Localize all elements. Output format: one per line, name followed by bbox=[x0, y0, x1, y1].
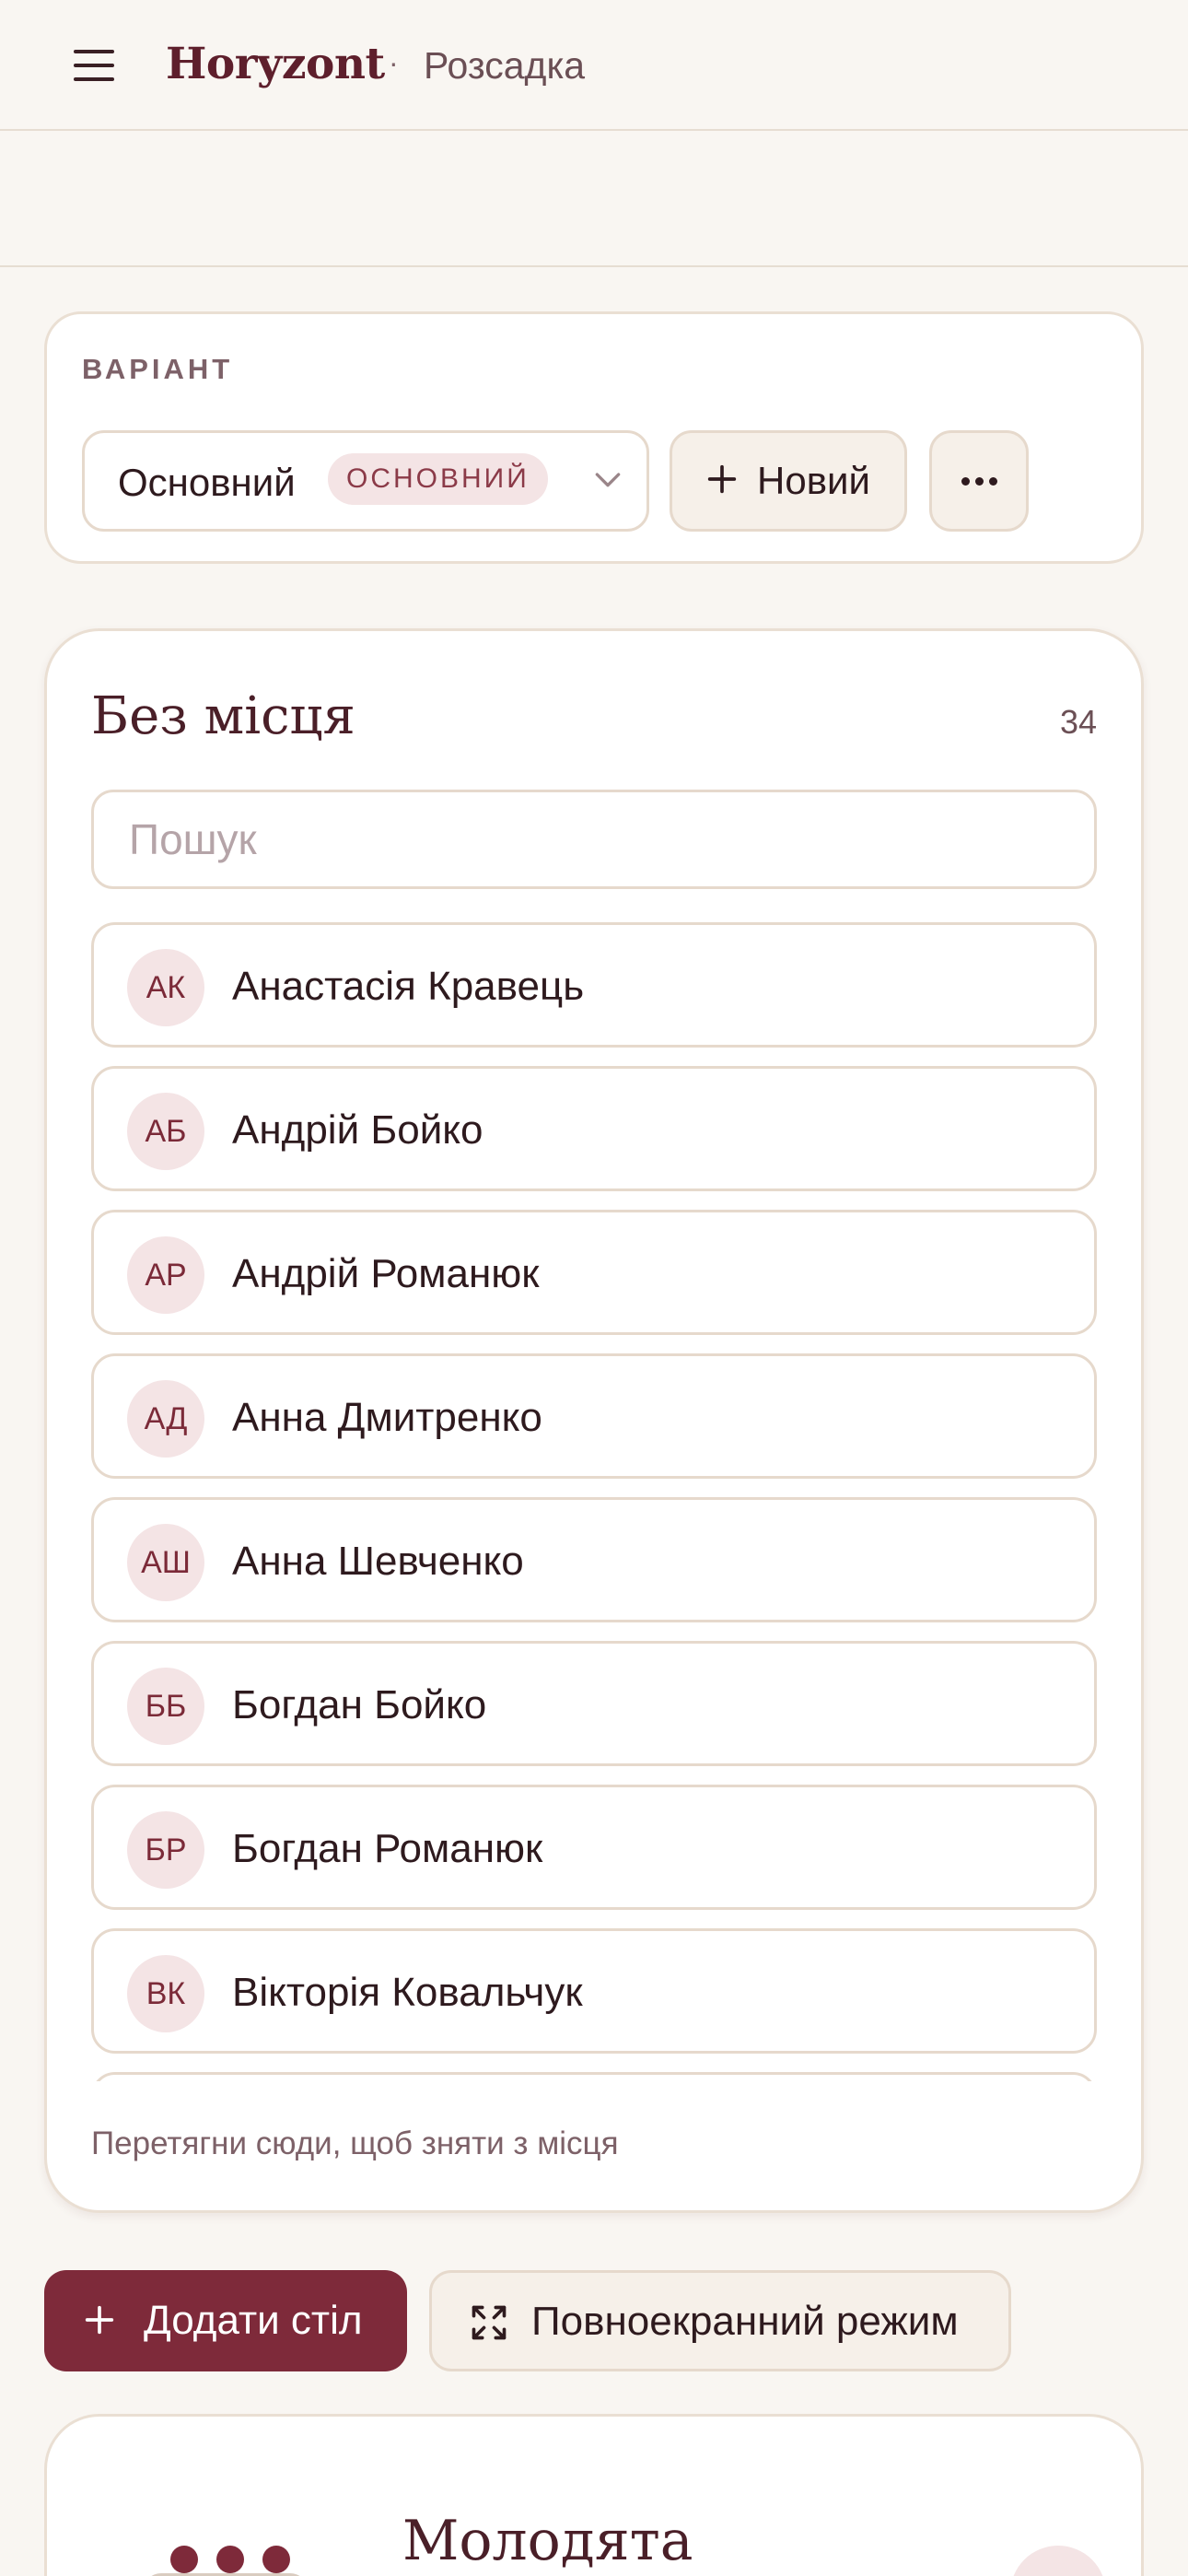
fullscreen-icon bbox=[472, 2305, 507, 2340]
avatar: ВК bbox=[127, 1955, 204, 2032]
add-table-button[interactable]: Додати стіл bbox=[44, 2270, 407, 2371]
drop-hint: Перетягни сюди, щоб зняти з місця bbox=[91, 2125, 619, 2161]
unassigned-guests-panel[interactable]: Без місця 34 АК Анастасія Кравець АБ Анд… bbox=[44, 628, 1144, 2213]
seats-dots-icon bbox=[170, 2546, 290, 2576]
new-variant-button[interactable]: Новий bbox=[670, 430, 907, 532]
top-bar: Horyzont · Розсадка bbox=[0, 0, 1188, 131]
guest-name: Анастасія Кравець bbox=[232, 964, 585, 1009]
plus-icon bbox=[707, 464, 737, 494]
more-options-button[interactable] bbox=[929, 430, 1029, 532]
unassigned-title: Без місця bbox=[91, 686, 355, 746]
guest-name: Анна Шевченко bbox=[232, 1539, 524, 1584]
guest-name: Андрій Бойко bbox=[232, 1107, 483, 1153]
table-card[interactable]: Молодята М bbox=[44, 2414, 1144, 2576]
toolbar-strip bbox=[0, 133, 1188, 267]
avatar: АШ bbox=[127, 1524, 204, 1601]
variant-selected-value: Основний bbox=[118, 461, 296, 504]
variant-card: ВАРІАНТ Основний ОСНОВНИЙ Новий bbox=[44, 311, 1144, 564]
guest-item[interactable]: ББ Богдан Бойко bbox=[91, 1641, 1097, 1766]
guest-name: Богдан Романюк bbox=[232, 1826, 543, 1871]
avatar: АД bbox=[127, 1380, 204, 1458]
avatar: ББ bbox=[127, 1668, 204, 1745]
fullscreen-label: Повноекранний режим bbox=[531, 2299, 959, 2344]
guest-name: Богдан Бойко bbox=[232, 1682, 487, 1727]
table-name: Молодята bbox=[402, 2509, 693, 2573]
guest-item[interactable]: АД Анна Дмитренко bbox=[91, 1353, 1097, 1479]
new-variant-label: Новий bbox=[757, 459, 870, 502]
more-dots-icon bbox=[961, 476, 970, 486]
add-table-label: Додати стіл bbox=[144, 2298, 363, 2343]
primary-badge: ОСНОВНИЙ bbox=[328, 453, 548, 505]
guest-name: Андрій Романюк bbox=[232, 1251, 540, 1296]
avatar: АР bbox=[127, 1236, 204, 1314]
guest-item[interactable]: АР Андрій Романюк bbox=[91, 1210, 1097, 1335]
page-title: Розсадка bbox=[424, 44, 586, 87]
guest-item[interactable]: АБ Андрій Бойко bbox=[91, 1066, 1097, 1191]
breadcrumb-separator: · bbox=[389, 46, 399, 79]
guest-list[interactable]: АК Анастасія Кравець АБ Андрій Бойко АР … bbox=[91, 922, 1097, 2081]
guest-name: Вікторія Ковальчук bbox=[232, 1970, 583, 2015]
guest-item-partial[interactable] bbox=[91, 2072, 1097, 2081]
table-avatar: М bbox=[1010, 2546, 1106, 2576]
variant-label: ВАРІАНТ bbox=[82, 353, 234, 385]
chevron-down-icon bbox=[595, 473, 621, 487]
menu-icon[interactable] bbox=[74, 50, 114, 83]
avatar: АК bbox=[127, 949, 204, 1026]
variant-select[interactable]: Основний ОСНОВНИЙ bbox=[82, 430, 649, 532]
guest-item[interactable]: АШ Анна Шевченко bbox=[91, 1497, 1097, 1622]
guest-item[interactable]: ВК Вікторія Ковальчук bbox=[91, 1928, 1097, 2054]
guest-name: Анна Дмитренко bbox=[232, 1395, 542, 1440]
unassigned-count: 34 bbox=[1059, 703, 1097, 741]
search-input[interactable] bbox=[91, 790, 1097, 889]
guest-item[interactable]: БР Богдан Романюк bbox=[91, 1785, 1097, 1910]
guest-item[interactable]: АК Анастасія Кравець bbox=[91, 922, 1097, 1048]
plus-icon bbox=[85, 2305, 114, 2335]
avatar: АБ bbox=[127, 1093, 204, 1170]
avatar: БР bbox=[127, 1811, 204, 1889]
fullscreen-button[interactable]: Повноекранний режим bbox=[429, 2270, 1011, 2371]
brand-logo[interactable]: Horyzont bbox=[166, 39, 385, 89]
